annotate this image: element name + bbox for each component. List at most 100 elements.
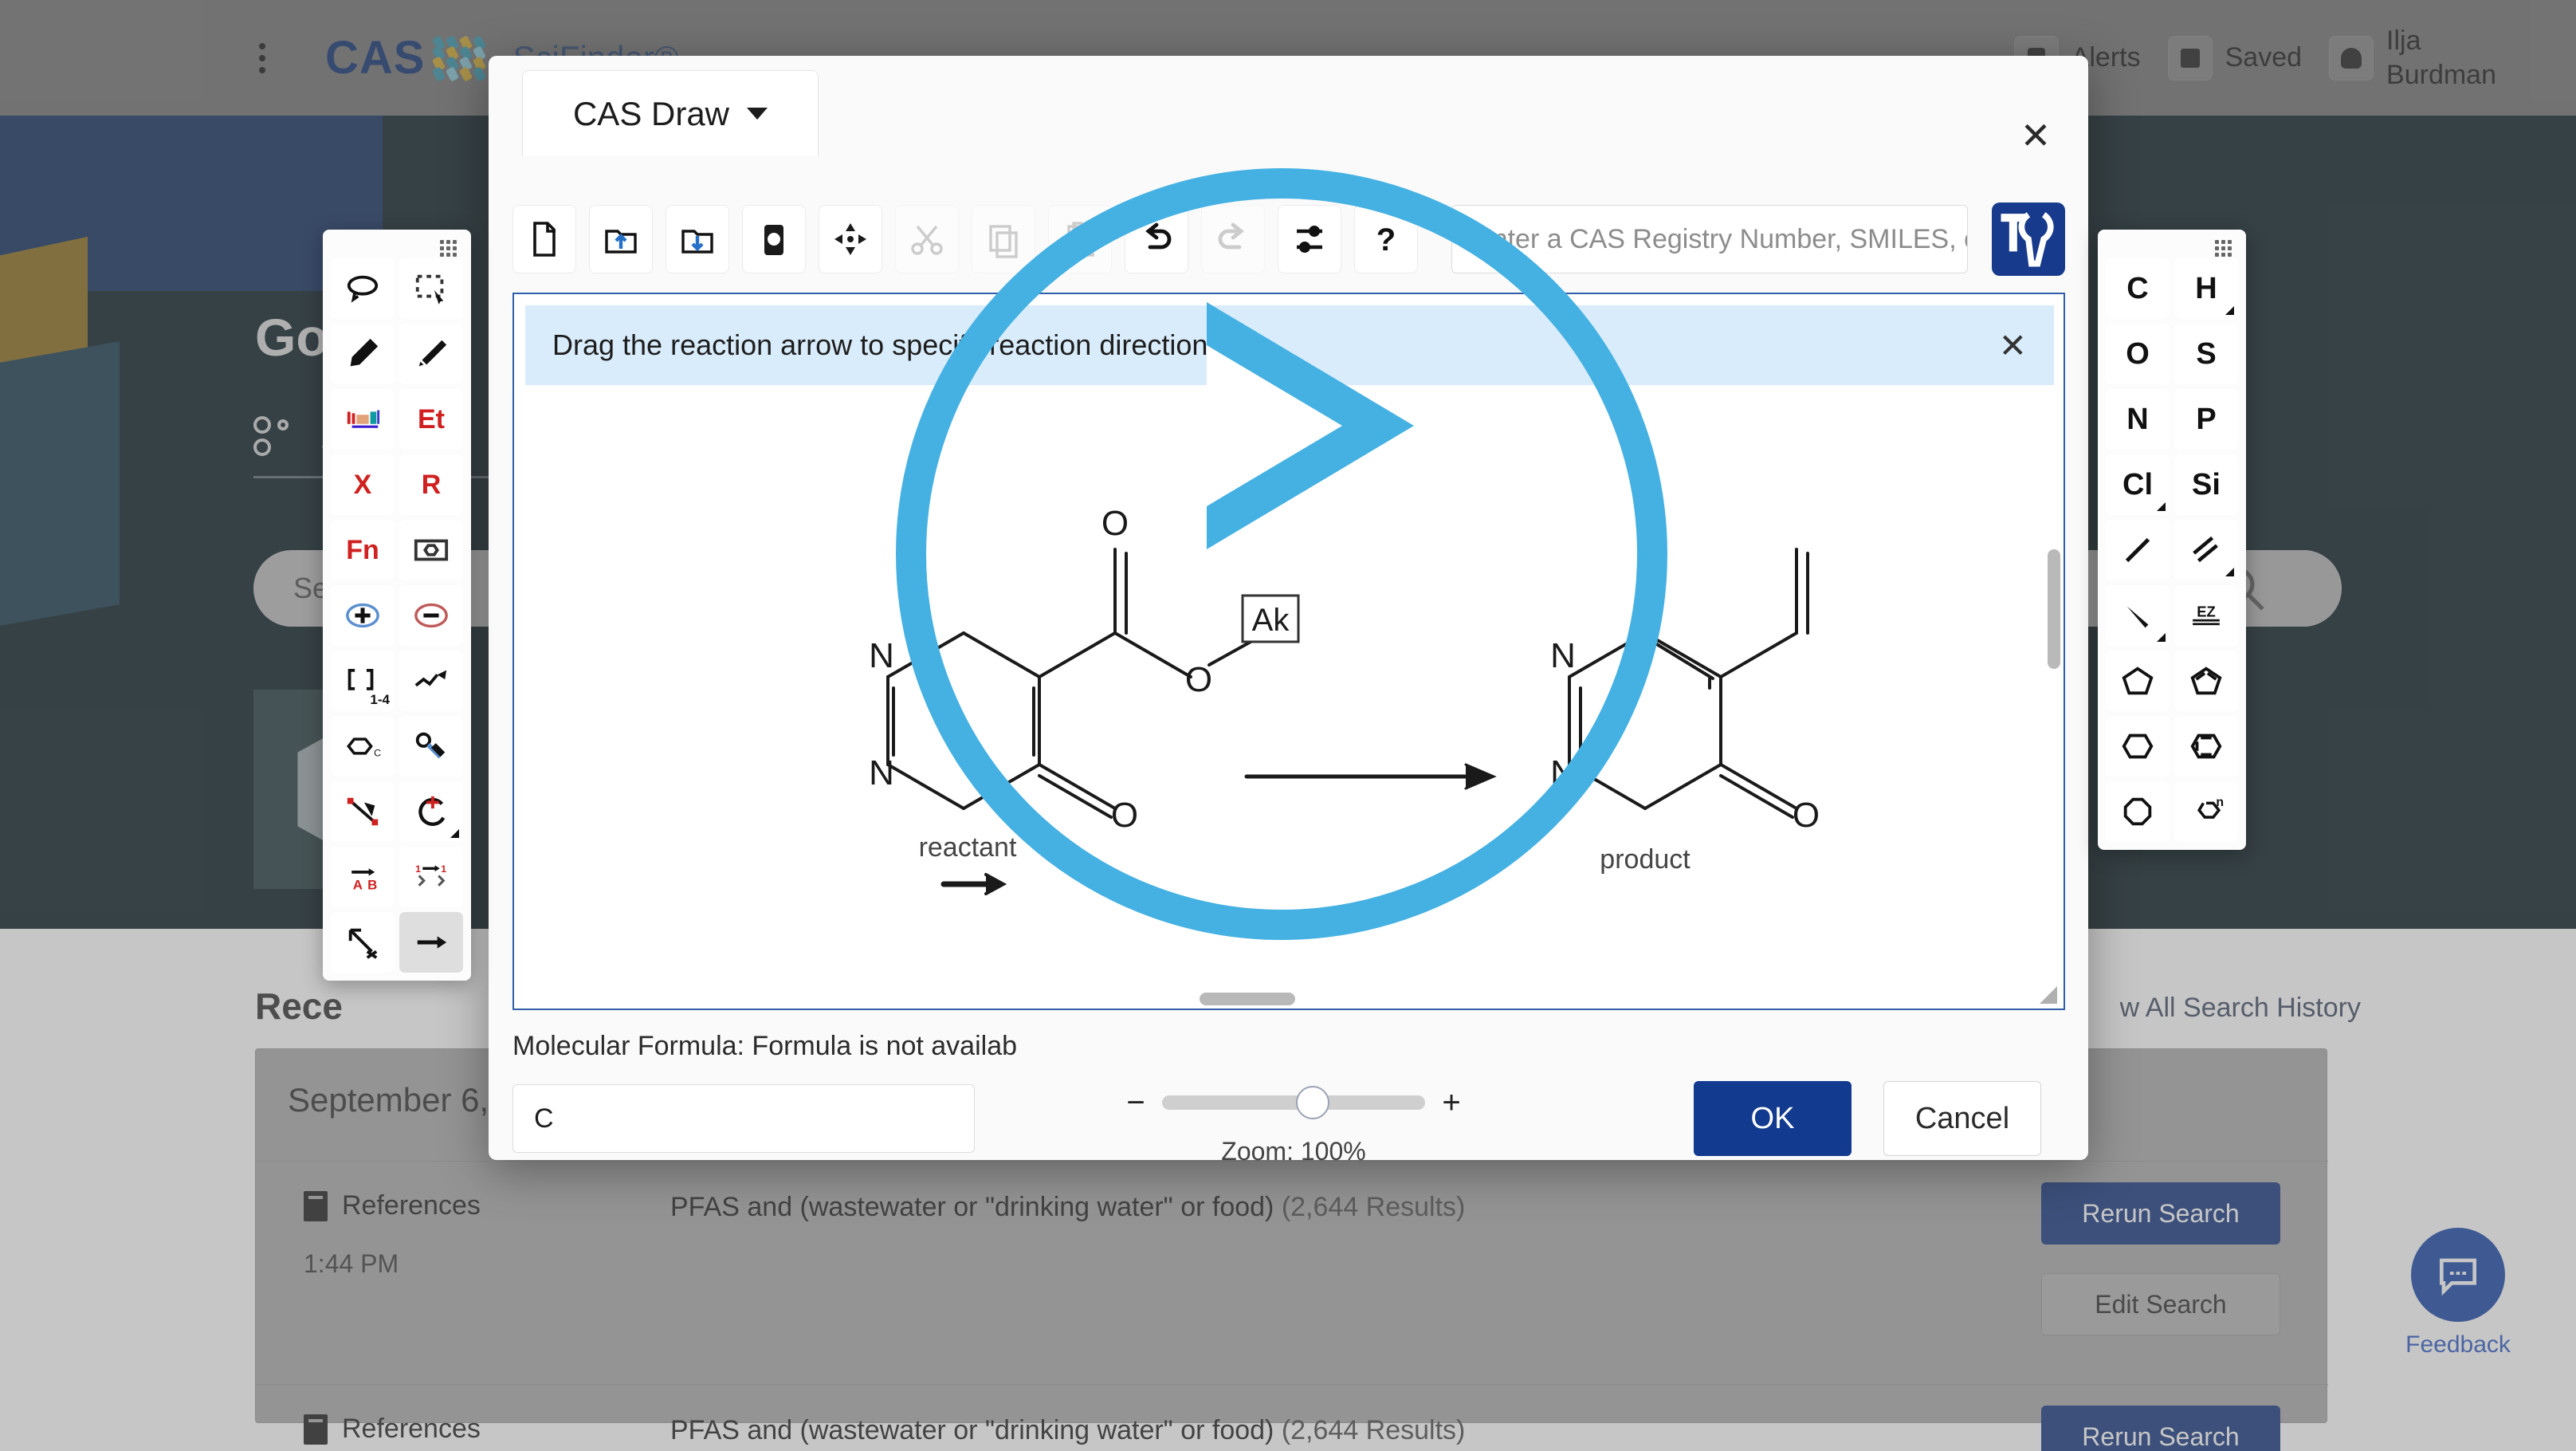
rgroup-r-icon[interactable]: R	[399, 454, 463, 515]
cancel-button[interactable]: Cancel	[1883, 1081, 2041, 1156]
close-icon[interactable]: ✕	[2005, 105, 2066, 166]
element-n-label: N	[2126, 402, 2149, 436]
reaction-structure-svg: O N N O O N N O Ak reactant product	[869, 504, 1820, 895]
atom-label-o: O	[1101, 504, 1129, 543]
variable-ring-label: n	[2216, 796, 2224, 809]
cycloheptane-icon[interactable]	[2106, 781, 2170, 842]
element-n[interactable]: N	[2106, 389, 2170, 450]
atom-label-input[interactable]: C	[512, 1084, 975, 1153]
palette-drag-handle[interactable]	[2106, 238, 2238, 258]
substituent-cl-icon[interactable]: Cl	[331, 716, 395, 777]
element-o[interactable]: O	[2106, 324, 2170, 384]
element-cl[interactable]: Cl	[2106, 454, 2170, 515]
molecular-formula-row: Molecular Formula: Formula is not availa…	[512, 1020, 2065, 1072]
draw-toolbar: ? Enter a CAS Registry Number, SMILES, o…	[512, 195, 2065, 283]
element-c[interactable]: C	[2106, 258, 2170, 319]
cas-draw-dialog: CAS Draw ✕ ? Enter a CAS Registry Number…	[489, 56, 2088, 1166]
new-document-icon[interactable]	[512, 205, 576, 273]
atom-map-icon[interactable]: AB	[331, 847, 395, 907]
lasso-select-icon[interactable]	[331, 258, 395, 319]
ethyl-shortcut[interactable]: Et	[399, 389, 463, 450]
element-o-label: O	[2126, 336, 2150, 371]
undo-icon[interactable]	[1125, 205, 1188, 273]
reaction-sketch: O N N O O N N O Ak reactant product	[525, 390, 2054, 996]
ez-stereo-icon[interactable]: EZ	[2174, 585, 2238, 646]
info-banner: Drag the reaction arrow to specify react…	[525, 305, 2054, 385]
smiles-input[interactable]: Enter a CAS Registry Number, SMILES, or …	[1451, 205, 1968, 273]
atom-label-n: N	[1550, 753, 1576, 792]
chain-icon[interactable]	[399, 651, 463, 711]
svg-text:?: ?	[1376, 222, 1396, 258]
svg-text:B: B	[367, 877, 377, 892]
periodic-table-icon[interactable]	[331, 389, 395, 450]
single-bond-icon[interactable]	[2106, 520, 2170, 580]
arrow-nw-icon[interactable]	[331, 912, 395, 973]
canvas-horizontal-scrollbar[interactable]	[1200, 993, 1295, 1005]
repeat-range-label: 1-4	[370, 692, 390, 707]
zoom-slider-thumb[interactable]	[1296, 1086, 1329, 1119]
charge-minus-icon[interactable]	[399, 585, 463, 646]
tab-cas-draw-label: CAS Draw	[572, 94, 730, 132]
rectangle-select-icon[interactable]	[399, 258, 463, 319]
ok-button[interactable]: OK	[1694, 1081, 1852, 1156]
zoom-control: − + Zoom: 100%	[1054, 1079, 1533, 1166]
screen: CAS SciFinder® Alerts Saved Ilja Burdm	[0, 0, 2576, 1451]
element-h[interactable]: H	[2174, 258, 2238, 319]
reaction-map-icon[interactable]: 11	[399, 847, 463, 907]
svg-text:1: 1	[441, 863, 446, 875]
ring-template-icon[interactable]	[399, 520, 463, 580]
double-bond-icon[interactable]	[2174, 520, 2238, 580]
palette-drag-handle[interactable]	[331, 238, 463, 258]
product-label: product	[1600, 844, 1690, 875]
variable-ring-icon[interactable]: n	[2174, 781, 2238, 842]
open-file-icon[interactable]	[589, 205, 653, 273]
element-h-label: H	[2195, 271, 2217, 305]
benzene-icon[interactable]	[2174, 716, 2238, 777]
tab-cas-draw[interactable]: CAS Draw	[522, 70, 819, 156]
zoom-level-label: Zoom: 100%	[1221, 1137, 1366, 1166]
dialog-footer: C − + Zoom: 100% OK Cancel	[512, 1079, 2065, 1166]
cyclopentadiene-icon[interactable]	[2174, 651, 2238, 711]
zoom-slider[interactable]	[1162, 1086, 1425, 1119]
repeat-bracket-icon[interactable]: 1-4	[331, 651, 395, 711]
wedge-bond-icon[interactable]	[2106, 585, 2170, 646]
functional-group-icon[interactable]: Fn	[331, 520, 395, 580]
element-p-label: P	[2196, 402, 2217, 436]
rotate-icon[interactable]	[399, 781, 463, 842]
text-pen-tool-icon[interactable]	[1992, 203, 2065, 276]
copy-icon[interactable]	[972, 205, 1035, 273]
canvas-vertical-scrollbar[interactable]	[2048, 549, 2060, 669]
move-icon[interactable]	[819, 205, 882, 273]
canvas-resize-handle[interactable]	[2040, 986, 2057, 1004]
molecular-formula-text: Molecular Formula: Formula is not availa…	[512, 1030, 1018, 1061]
cyclohexane-icon[interactable]	[2106, 716, 2170, 777]
paste-icon[interactable]	[1048, 205, 1112, 273]
element-s[interactable]: S	[2174, 324, 2238, 384]
draw-pencil-icon[interactable]	[331, 324, 395, 384]
element-s-label: S	[2196, 336, 2217, 371]
element-palette: C H O S N P Cl Si EZ n	[2098, 230, 2246, 850]
group-label-ak: Ak	[1241, 594, 1300, 643]
element-palette-grid: C H O S N P Cl Si EZ n	[2106, 258, 2238, 842]
drawing-canvas[interactable]: Drag the reaction arrow to specify react…	[512, 293, 2065, 1010]
charge-plus-icon[interactable]	[331, 585, 395, 646]
svg-text:A: A	[353, 877, 363, 892]
zoom-in-button[interactable]: +	[1428, 1079, 1475, 1126]
info-banner-close-icon[interactable]: ✕	[1999, 326, 2027, 365]
element-p[interactable]: P	[2174, 389, 2238, 450]
query-atom-icon[interactable]	[399, 716, 463, 777]
variable-x-icon[interactable]: X	[331, 454, 395, 515]
redo-icon[interactable]	[1201, 205, 1265, 273]
bond-tool-icon[interactable]	[331, 781, 395, 842]
info-banner-text: Drag the reaction arrow to specify react…	[552, 328, 1216, 361]
eraser-icon[interactable]	[399, 324, 463, 384]
element-si[interactable]: Si	[2174, 454, 2238, 515]
help-question-icon[interactable]: ?	[1354, 205, 1418, 273]
cyclopentane-icon[interactable]	[2106, 651, 2170, 711]
cut-scissors-icon[interactable]	[895, 205, 959, 273]
save-file-icon[interactable]	[666, 205, 729, 273]
settings-sliders-icon[interactable]	[1278, 205, 1341, 273]
clipboard-icon[interactable]	[742, 205, 806, 273]
zoom-out-button[interactable]: −	[1113, 1079, 1159, 1126]
reaction-arrow-icon[interactable]	[399, 912, 463, 973]
